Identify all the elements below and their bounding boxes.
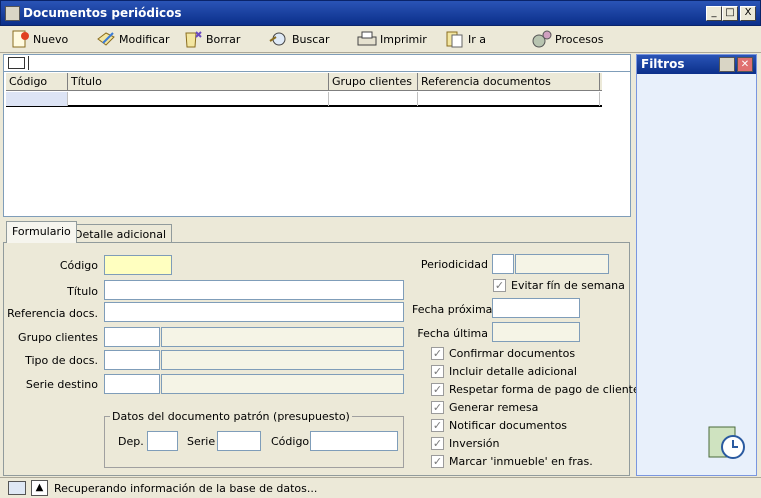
evitar-fin-semana-checkbox[interactable]: ✓ [493,279,506,292]
codigo-patron-field[interactable] [310,431,398,451]
serie-destino-label: Serie destino [25,378,98,391]
new-document-icon [9,29,31,49]
status-bar: ▲ Recuperando información de la base de … [0,477,761,498]
grupo-clientes-label: Grupo clientes [18,331,98,344]
ira-label: Ir a [468,32,487,46]
referencia-field[interactable] [104,302,404,322]
window-title: Documentos periódicos [23,6,182,20]
buscar-label: Buscar [292,32,330,46]
titulo-field[interactable] [104,280,404,300]
fecha-proxima-label: Fecha próxima [412,303,493,316]
grupo-clientes-code[interactable] [104,327,160,347]
edit-icon [95,29,117,49]
periodicidad-code[interactable] [492,254,514,274]
codigo-label: Código [59,259,98,272]
grid-toolbar [4,55,630,72]
cell-referencia[interactable] [418,92,600,106]
nuevo-label: Nuevo [33,32,69,46]
grid-cursor [28,56,29,70]
respetar-pago-checkbox[interactable]: ✓ [431,383,444,396]
borrar-button[interactable]: Borrar [182,28,240,50]
col-titulo[interactable]: Título [68,73,329,91]
toolbar: Nuevo Modificar Borrar Buscar Imprimir I… [0,26,761,53]
inversion-checkbox[interactable]: ✓ [431,437,444,450]
cell-codigo[interactable] [6,92,68,106]
minimize-button[interactable]: _ [706,6,722,21]
title-bar: Documentos periódicos _ □ X [0,0,761,26]
dep-field[interactable] [147,431,178,451]
nuevo-button[interactable]: Nuevo [9,28,68,50]
chevron-up-icon[interactable]: ▲ [31,480,48,496]
incluir-detalle-checkbox[interactable]: ✓ [431,365,444,378]
filtros-pin-icon[interactable] [719,57,735,72]
procesos-label: Procesos [555,32,604,46]
tipo-docs-label: Tipo de docs. [25,354,98,367]
periodicidad-label: Periodicidad [420,258,488,271]
col-codigo[interactable]: Código [6,73,68,91]
modificar-label: Modificar [119,32,170,46]
tab-formulario[interactable]: Formulario [6,221,77,243]
grid-layout-icon[interactable] [8,57,25,69]
tipo-docs-code[interactable] [104,350,160,370]
respetar-pago-label: Respetar forma de pago de clientes [449,383,646,396]
filtros-close-icon[interactable]: ✕ [737,57,753,72]
dep-label: Dep. [118,435,144,448]
filtros-panel: Filtros ✕ [636,54,757,476]
notificar-checkbox[interactable]: ✓ [431,419,444,432]
notificar-label: Notificar documentos [449,419,568,432]
fecha-ultima-label: Fecha última [417,327,488,340]
serie-destino-desc [161,374,404,394]
calendar-filter-icon[interactable] [707,423,747,463]
modificar-button[interactable]: Modificar [95,28,170,50]
status-text: Recuperando información de la base de da… [54,482,318,495]
titulo-label: Título [67,285,98,298]
tab-detalle-adicional[interactable]: Detalle adicional [68,224,173,243]
grupo-clientes-desc [161,327,404,347]
confirmar-label: Confirmar documentos [449,347,576,360]
borrar-label: Borrar [206,32,241,46]
imprimir-label: Imprimir [380,32,427,46]
delete-icon [182,29,204,49]
close-button[interactable]: X [740,6,756,21]
evitar-fin-semana-label: Evitar fín de semana [511,279,625,292]
cell-titulo[interactable] [68,92,329,106]
ira-button[interactable]: Ir a [444,28,486,50]
fecha-proxima-field[interactable] [492,298,580,318]
marcar-inmueble-checkbox[interactable]: ✓ [431,455,444,468]
fecha-ultima-field [492,322,580,342]
search-icon [268,29,290,49]
buscar-button[interactable]: Buscar [268,28,330,50]
codigo-patron-label: Código [271,435,310,448]
confirmar-checkbox[interactable]: ✓ [431,347,444,360]
procesos-button[interactable]: Procesos [531,28,603,50]
incluir-detalle-label: Incluir detalle adicional [449,365,577,378]
codigo-field[interactable] [104,255,172,275]
periodicidad-desc [515,254,609,274]
referencia-label: Referencia docs. [7,307,98,320]
generar-remesa-checkbox[interactable]: ✓ [431,401,444,414]
cell-grupo[interactable] [329,92,418,106]
generar-remesa-label: Generar remesa [449,401,539,414]
records-grid[interactable]: Código Título Grupo clientes Referencia … [3,54,631,217]
inversion-label: Inversión [449,437,500,450]
imprimir-button[interactable]: Imprimir [356,28,427,50]
serie-label: Serie [187,435,216,448]
grid-header: Código Título Grupo clientes Referencia … [6,73,602,91]
tipo-docs-desc [161,350,404,370]
table-row[interactable] [6,92,602,107]
goto-icon [444,29,466,49]
col-grupo-clientes[interactable]: Grupo clientes [329,73,418,91]
gears-icon [531,29,553,49]
folder-icon[interactable] [8,481,26,495]
marcar-inmueble-label: Marcar 'inmueble' en fras. [449,455,593,468]
patron-group-title: Datos del documento patrón (presupuesto) [110,410,352,423]
serie-field[interactable] [217,431,261,451]
maximize-button[interactable]: □ [722,6,738,21]
app-icon [5,6,20,21]
serie-destino-code[interactable] [104,374,160,394]
col-referencia[interactable]: Referencia documentos [418,73,600,91]
printer-icon [356,29,378,49]
